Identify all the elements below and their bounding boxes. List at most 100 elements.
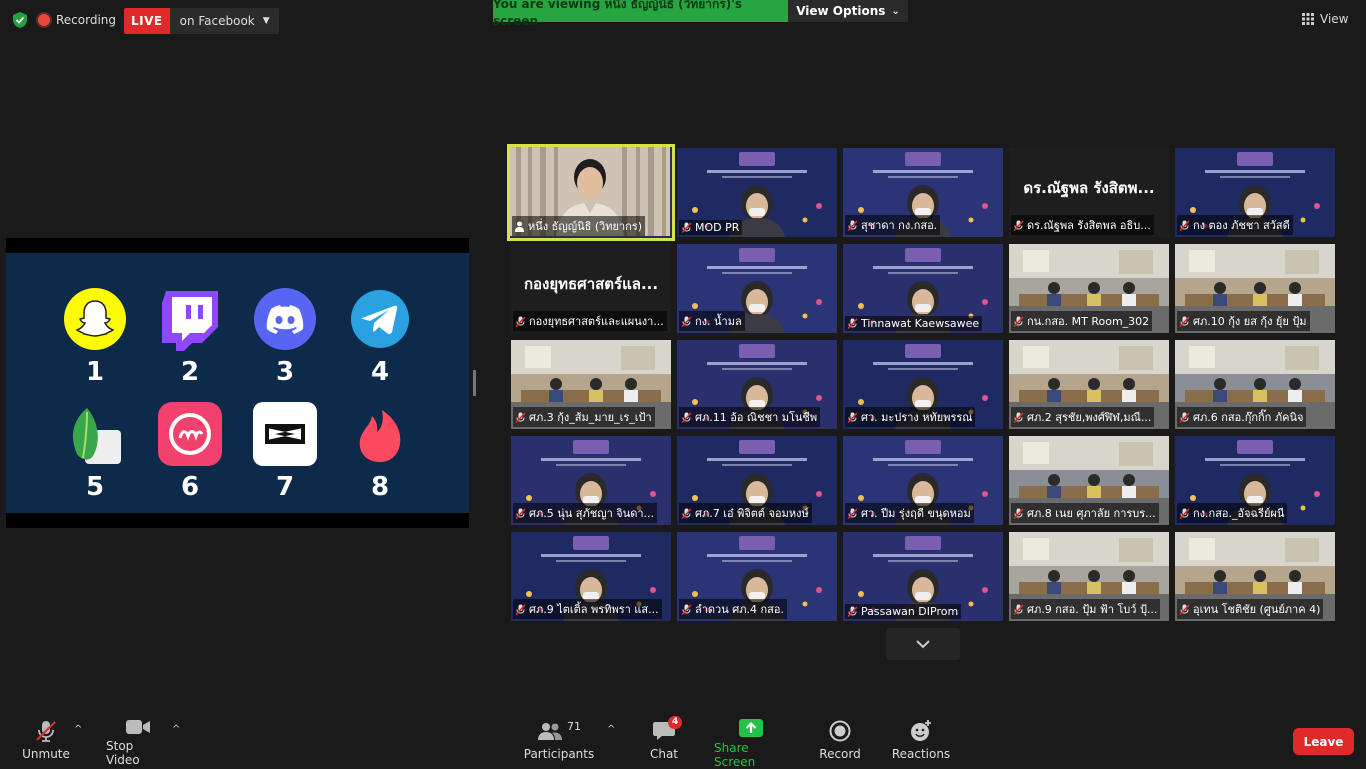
participant-tile[interactable]: MOD PR <box>677 148 837 237</box>
participants-button[interactable]: 71 Participants <box>523 718 595 764</box>
app-number-6: 6 <box>180 472 200 502</box>
reactions-smiley-icon <box>911 720 931 741</box>
unmute-button[interactable]: Unmute <box>20 718 72 764</box>
participant-tile[interactable]: ศภ.6 กสอ.กุ๊กกิ๊ก ภัคนิจ <box>1175 340 1335 429</box>
participant-tile[interactable]: ศว. ปีม รุ่งฤดี ขนุดหอม <box>843 436 1003 525</box>
participant-tile[interactable]: กง.กสอ._อัจฉรีย์ผนี <box>1175 436 1335 525</box>
participant-name-tag: กน.กสอ. MT Room_302 <box>1011 311 1153 331</box>
participant-name-tag: ศภ.9 กสอ. ปุ้ม ฟ้า โบว์ ปุ้... <box>1011 599 1161 619</box>
participant-name-tag: ศภ.6 กสอ.กุ๊กกิ๊ก ภัคนิจ <box>1177 407 1307 427</box>
participant-name: ศภ.5 นุ่น สุภัชญา จินดา... <box>529 507 655 520</box>
participants-label: Participants <box>523 747 595 761</box>
security-shield-icon[interactable] <box>11 11 29 29</box>
record-button[interactable]: Record <box>818 718 862 764</box>
participant-name-tag: กองยุทธศาสตร์และแผนงา... <box>513 311 667 331</box>
participant-name: ลำดวน ศภ.4 กสอ. <box>695 603 784 616</box>
record-label: Record <box>819 747 861 761</box>
participant-name: ศภ.10 กุ้ง ยส กุ้ง ยุ้ย ปุ้ม <box>1193 315 1307 328</box>
participant-name: MOD PR <box>695 221 740 234</box>
reactions-button[interactable]: Reactions <box>892 718 950 764</box>
participant-name-tag: กง. น้ำมล <box>679 311 745 331</box>
participant-name: Tinnawat Kaewsawee <box>861 317 980 330</box>
participant-name: กองยุทธศาสตร์และแผนงา... <box>529 315 664 328</box>
chat-button[interactable]: 4 Chat <box>646 716 683 764</box>
participant-tile[interactable]: กง ตอง ภัชชา สวัสดี <box>1175 148 1335 237</box>
microphone-muted-icon <box>1013 507 1024 519</box>
recording-dot-icon <box>38 14 50 26</box>
participant-tile[interactable]: หนึ่ง ธัญญ์นิธิ (วิทยากร) <box>507 144 675 241</box>
participants-count: 71 <box>567 719 581 733</box>
app-number-8: 8 <box>370 472 390 502</box>
participants-options-caret[interactable]: ^ <box>607 724 615 735</box>
participant-name: ศว. ปีม รุ่งฤดี ขนุดหอม <box>861 507 971 520</box>
chevron-down-icon <box>916 639 930 648</box>
participant-tile[interactable]: ศภ.7 เอ๋ พิจิตต์ จอมหงษ์ <box>677 436 837 525</box>
unmute-label: Unmute <box>22 747 70 761</box>
participant-tile[interactable]: ศภ.2 สุรชัย,พงศ์ฬิฬ,มณี... <box>1009 340 1169 429</box>
microphone-muted-icon <box>1013 315 1024 327</box>
participant-name-tag: ศว. ปีม รุ่งฤดี ขนุดหอม <box>845 503 974 523</box>
participant-display-name: ดร.ณัฐพล รังสิตพ... <box>1023 179 1155 197</box>
recording-indicator[interactable]: Recording <box>38 9 116 31</box>
participant-name: อุเทน โชติชัย (ศูนย์ภาค 4) <box>1193 603 1321 616</box>
app-number-1: 1 <box>85 357 105 387</box>
participant-name-tag: Tinnawat Kaewsawee <box>845 316 983 331</box>
view-button[interactable]: View <box>1302 8 1348 30</box>
microphone-muted-icon <box>515 411 526 423</box>
participant-name-tag: ศภ.8 เนย ศุภาลัย การบร... <box>1011 503 1159 523</box>
view-options-button[interactable]: View Options ⌄ <box>788 0 908 22</box>
participant-tile[interactable]: Passawan DIProm <box>843 532 1003 621</box>
participant-tile[interactable]: ศภ.3 กุ้ง_ส้ม_มาย_เร_เป้า <box>511 340 671 429</box>
share-screen-button[interactable]: Share Screen <box>714 718 788 769</box>
participant-tile[interactable]: Tinnawat Kaewsawee <box>843 244 1003 333</box>
participant-tile[interactable]: ศภ.11 อ้อ ณิชชา มโนชีพ <box>677 340 837 429</box>
app-number-3: 3 <box>275 357 295 387</box>
speaking-icon <box>515 221 524 232</box>
live-badge: LIVE <box>124 8 170 34</box>
microphone-muted-icon <box>1013 411 1024 423</box>
participant-tile[interactable]: ศภ.5 นุ่น สุภัชญา จินดา... <box>511 436 671 525</box>
video-options-caret[interactable]: ^ <box>172 724 180 735</box>
participant-tile[interactable]: ศภ.8 เนย ศุภาลัย การบร... <box>1009 436 1169 525</box>
microphone-muted-icon <box>515 603 526 615</box>
participant-name-tag: กง.กสอ._อัจฉรีย์ผนี <box>1177 503 1288 523</box>
participant-tile[interactable]: อุเทน โชติชัย (ศูนย์ภาค 4) <box>1175 532 1335 621</box>
microphone-muted-icon <box>681 507 692 519</box>
participant-name: ศภ.9 ไตเติ้ล พรทิพรา แส... <box>529 603 659 616</box>
participant-name: Passawan DIProm <box>861 605 959 618</box>
participant-tile[interactable]: กองยุทธศาสตร์แล... กองยุทธศาสตร์และแผนงา.… <box>511 244 671 333</box>
participant-name: ดร.ณัฐพล รังสิตพล อธิบ... <box>1027 219 1151 232</box>
chat-label: Chat <box>649 747 679 761</box>
live-destination: on Facebook ▼ <box>169 8 279 34</box>
split-resize-handle[interactable] <box>473 370 476 396</box>
participant-name-tag: ศภ.5 นุ่น สุภัชญา จินดา... <box>513 503 658 523</box>
participant-tile[interactable]: กน.กสอ. MT Room_302 <box>1009 244 1169 333</box>
leave-meeting-button[interactable]: Leave <box>1293 728 1354 755</box>
participant-name-tag: ลำดวน ศภ.4 กสอ. <box>679 599 787 619</box>
stop-video-button[interactable]: Stop Video <box>106 718 170 767</box>
microphone-muted-icon <box>1179 507 1190 519</box>
participant-name-tag: ศภ.2 สุรชัย,พงศ์ฬิฬ,มณี... <box>1011 407 1155 427</box>
microphone-muted-icon <box>36 721 56 742</box>
participant-tile[interactable]: ศภ.9 กสอ. ปุ้ม ฟ้า โบว์ ปุ้... <box>1009 532 1169 621</box>
live-stream-indicator[interactable]: LIVE on Facebook ▼ <box>124 8 279 34</box>
snapseed-icon <box>63 402 127 466</box>
participant-tile[interactable]: ศว. มะปราง หทัยพรรณ <box>843 340 1003 429</box>
participant-tile[interactable]: กง. น้ำมล <box>677 244 837 333</box>
participant-name-tag: สุชาดา กง.กสอ. <box>845 215 941 235</box>
participant-tile[interactable]: สุชาดา กง.กสอ. <box>843 148 1003 237</box>
meitu-icon <box>158 402 222 466</box>
audio-options-caret[interactable]: ^ <box>74 724 82 735</box>
chat-unread-badge: 4 <box>668 716 683 729</box>
participant-name-tag: Passawan DIProm <box>845 604 962 619</box>
participant-tile[interactable]: ศภ.10 กุ้ง ยส กุ้ง ยุ้ย ปุ้ม <box>1175 244 1335 333</box>
participant-name: ศภ.9 กสอ. ปุ้ม ฟ้า โบว์ ปุ้... <box>1027 603 1158 616</box>
participant-tile[interactable]: ดร.ณัฐพล รังสิตพ... ดร.ณัฐพล รังสิตพล อธิ… <box>1009 148 1169 237</box>
reactions-label: Reactions <box>891 747 951 761</box>
participant-name-tag: ศภ.7 เอ๋ พิจิตต์ จอมหงษ์ <box>679 503 812 523</box>
participant-tile[interactable]: ศภ.9 ไตเติ้ล พรทิพรา แส... <box>511 532 671 621</box>
participant-tile[interactable]: ลำดวน ศภ.4 กสอ. <box>677 532 837 621</box>
next-page-button[interactable] <box>886 628 960 660</box>
live-destination-label: on Facebook <box>179 14 255 28</box>
microphone-muted-icon <box>681 222 692 233</box>
